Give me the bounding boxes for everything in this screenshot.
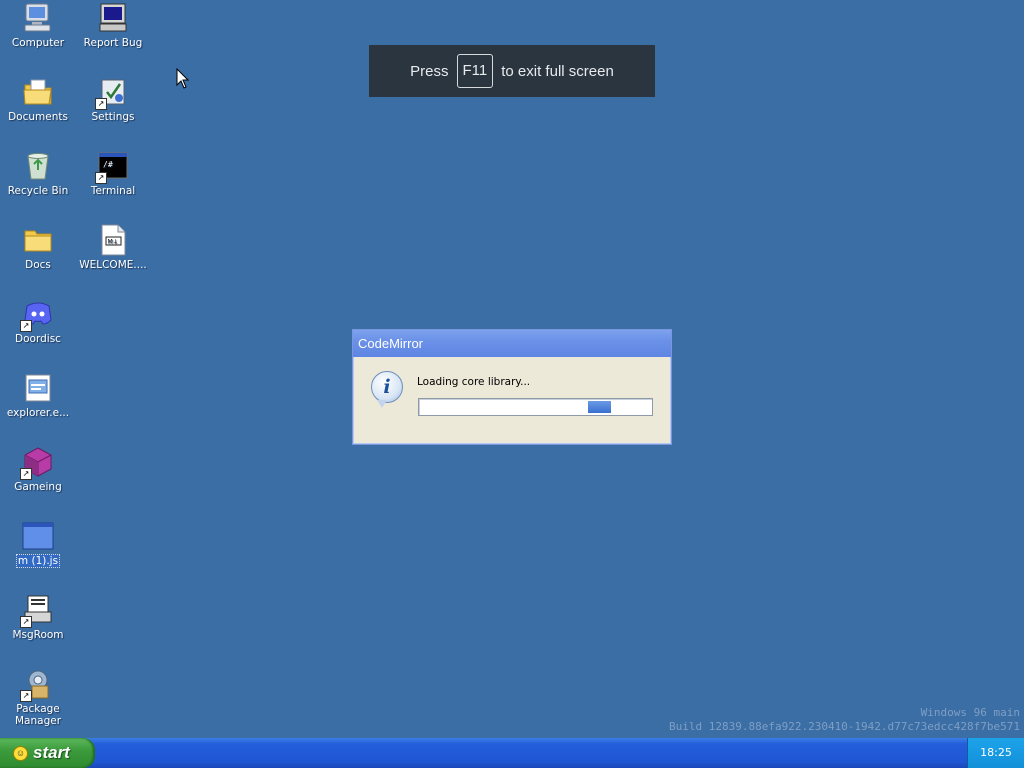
desktop-icon-label: Computer xyxy=(11,37,65,49)
start-button[interactable]: ☺ start xyxy=(0,738,95,768)
build-watermark: Windows 96 main Build 12839.88efa922.230… xyxy=(669,706,1020,734)
documents-folder-icon xyxy=(22,76,54,108)
desktop-icon-label: Documents xyxy=(8,111,68,123)
desktop-icon-label: MsgRoom xyxy=(12,629,64,641)
desktop-icon-label: Settings xyxy=(91,111,135,123)
window-file-icon xyxy=(22,520,54,552)
shortcut-arrow-icon: ↗ xyxy=(20,616,32,628)
desktop-icon-label: Recycle Bin xyxy=(7,185,69,197)
desktop-icon-docs[interactable]: Docs xyxy=(1,224,75,271)
settings-icon: ↗ xyxy=(95,76,129,110)
dialog-titlebar[interactable]: CodeMirror xyxy=(353,330,671,357)
mouse-cursor-icon xyxy=(176,67,190,94)
fullscreen-notice-prefix: Press xyxy=(410,62,449,80)
shortcut-arrow-icon: ↗ xyxy=(95,172,107,184)
computer-icon xyxy=(22,2,54,34)
dialog-body: i Loading core library... xyxy=(353,357,671,443)
desktop-icon-doordisc[interactable]: ↗ Doordisc xyxy=(1,298,75,345)
smiley-logo-icon: ☺ xyxy=(13,746,28,761)
desktop-icon-label: Package Manager xyxy=(14,703,62,727)
markdown-file-icon: M↓ xyxy=(97,224,129,256)
dialog-message: Loading core library... xyxy=(417,376,531,388)
desktop-icon-explorer[interactable]: explorer.e... xyxy=(1,372,75,419)
desktop-icon-label: Docs xyxy=(25,259,51,271)
taskbar: ☺ start 18:25 xyxy=(0,738,1024,768)
terminal-icon: /# ↗ xyxy=(95,150,129,184)
desktop-icon-welcome[interactable]: M↓ WELCOME.... xyxy=(76,224,150,271)
recycle-bin-icon xyxy=(22,150,54,182)
fullscreen-notice-suffix: to exit full screen xyxy=(501,62,614,80)
fullscreen-notice: Press F11 to exit full screen xyxy=(369,45,655,97)
shortcut-arrow-icon: ↗ xyxy=(20,320,32,332)
desktop-icon-label: WELCOME.... xyxy=(79,259,147,271)
shortcut-arrow-icon: ↗ xyxy=(20,468,32,480)
shortcut-arrow-icon: ↗ xyxy=(20,690,32,702)
desktop-icon-label: Doordisc xyxy=(15,333,61,345)
desktop-icon-terminal[interactable]: /# ↗ Terminal xyxy=(76,150,150,197)
desktop-icon-report-bug[interactable]: Report Bug xyxy=(76,2,150,49)
package-manager-icon: ↗ xyxy=(20,668,54,702)
svg-text:/#: /# xyxy=(103,160,113,169)
folder-icon xyxy=(22,224,54,256)
system-tray[interactable]: 18:25 xyxy=(967,738,1024,768)
info-icon: i xyxy=(371,371,403,408)
watermark-build-line: Build 12839.88efa922.230410-1942.d77c73e… xyxy=(669,720,1020,733)
desktop-icon-label: Gameing xyxy=(14,481,62,493)
desktop-icon-label: Report Bug xyxy=(83,37,143,49)
svg-text:M↓: M↓ xyxy=(108,239,118,246)
desktop-icon-label: Terminal xyxy=(90,185,136,197)
desktop-icon-settings[interactable]: ↗ Settings xyxy=(76,76,150,123)
f11-key: F11 xyxy=(456,54,494,88)
desktop-icon-documents[interactable]: Documents xyxy=(1,76,75,123)
desktop-icon-computer[interactable]: Computer xyxy=(1,2,75,49)
desktop-icon-m-1-js[interactable]: m (1).js xyxy=(1,520,75,568)
shortcut-arrow-icon: ↗ xyxy=(95,98,107,110)
dialog-title: CodeMirror xyxy=(358,336,424,351)
clock: 18:25 xyxy=(980,746,1012,759)
desktop: Computer Documents Recycle Bin Docs ↗ Do… xyxy=(0,0,1024,768)
progress-marquee-chunk xyxy=(588,401,611,413)
watermark-os-line: Windows 96 main xyxy=(920,706,1020,719)
loading-dialog: CodeMirror i Loading core library... xyxy=(352,329,672,445)
desktop-icon-msgroom[interactable]: ↗ MsgRoom xyxy=(1,594,75,641)
start-label: start xyxy=(33,743,70,762)
progress-bar xyxy=(418,398,653,416)
desktop-icon-gameing[interactable]: ↗ Gameing xyxy=(1,446,75,493)
desktop-icon-recycle-bin[interactable]: Recycle Bin xyxy=(1,150,75,197)
desktop-icon-label: m (1).js xyxy=(15,554,61,568)
desktop-icon-package-manager[interactable]: ↗ Package Manager xyxy=(1,668,75,727)
doordisc-icon: ↗ xyxy=(20,298,54,332)
gameing-cube-icon: ↗ xyxy=(20,446,54,480)
report-bug-icon xyxy=(97,2,129,34)
msgroom-icon: ↗ xyxy=(20,594,54,628)
explorer-icon xyxy=(22,372,54,404)
desktop-icon-label: explorer.e... xyxy=(6,407,70,419)
